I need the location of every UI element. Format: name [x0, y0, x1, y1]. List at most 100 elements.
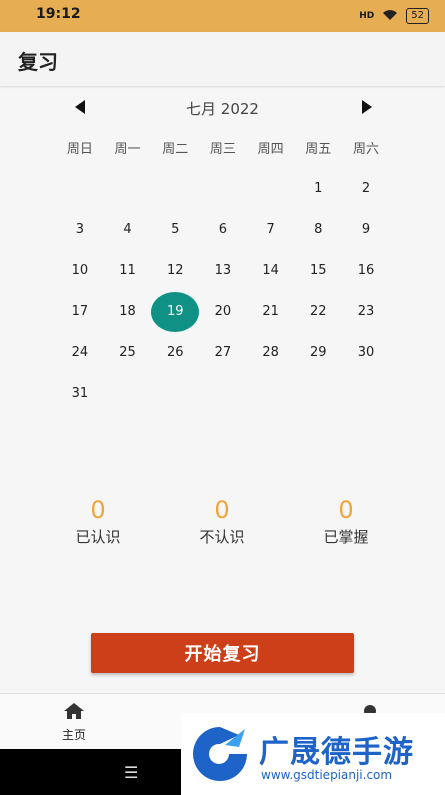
battery-icon: 52: [406, 8, 429, 24]
calendar-day-label: 24: [71, 345, 89, 360]
nav-home-label: 主页: [61, 728, 86, 742]
month-label: 七月 2022: [186, 100, 259, 118]
calendar-day[interactable]: 24: [56, 332, 104, 373]
app-bar: 复习: [0, 32, 445, 86]
calendar-day[interactable]: 12: [151, 250, 199, 291]
calendar-day-selected[interactable]: 19: [151, 291, 199, 332]
calendar-day[interactable]: 5: [151, 209, 199, 250]
calendar-day[interactable]: 11: [104, 250, 152, 291]
watermark-url: www.gsdtiepianji.com: [261, 768, 393, 782]
calendar-day-label: 31: [71, 386, 89, 401]
calendar-day-label: 5: [171, 222, 180, 237]
status-bar: 19:12 HD 52: [0, 0, 445, 32]
status-time: 19:12: [36, 6, 81, 22]
start-review-button[interactable]: 开始复习: [91, 633, 354, 673]
calendar-day[interactable]: 4: [104, 209, 152, 250]
wifi-icon: [382, 9, 398, 24]
calendar-empty-cell: [151, 168, 199, 209]
calendar-day[interactable]: 2: [342, 168, 390, 209]
next-month-icon[interactable]: [360, 99, 374, 115]
calendar-day[interactable]: 8: [294, 209, 342, 250]
calendar-day[interactable]: 14: [247, 250, 295, 291]
calendar-day[interactable]: 7: [247, 209, 295, 250]
calendar-day[interactable]: 26: [151, 332, 199, 373]
calendar-day-label: 3: [75, 222, 84, 237]
calendar-day-label: 7: [266, 222, 275, 237]
nav-home[interactable]: 主页: [44, 702, 104, 743]
calendar-day-label: 19: [166, 304, 184, 319]
calendar-day[interactable]: 16: [342, 250, 390, 291]
menu-icon[interactable]: ☰: [124, 763, 138, 782]
calendar-day-label: 21: [262, 304, 279, 319]
calendar-day[interactable]: 17: [56, 291, 104, 332]
weekday-label: 周一: [114, 142, 141, 157]
calendar-day[interactable]: 28: [247, 332, 295, 373]
calendar-day-label: 9: [361, 222, 371, 237]
calendar-day-label: 4: [123, 222, 132, 237]
stat-mastered: 0 已掌握: [296, 496, 396, 547]
status-icons: HD 52: [359, 8, 429, 24]
weekday-label: 周四: [257, 142, 284, 157]
calendar-day-label: 1: [314, 181, 323, 196]
stat-known: 0 已认识: [48, 496, 148, 547]
calendar-day-label: 28: [262, 345, 279, 360]
calendar-day-label: 22: [310, 304, 327, 319]
calendar-day-label: 18: [119, 304, 136, 319]
calendar-day[interactable]: 15: [294, 250, 342, 291]
home-icon: [64, 703, 84, 719]
calendar-day-label: 29: [310, 345, 327, 360]
calendar-day[interactable]: 21: [247, 291, 295, 332]
calendar-day[interactable]: 1: [294, 168, 342, 209]
calendar-day-label: 2: [361, 181, 371, 196]
stat-unknown-label: 不认识: [199, 528, 245, 546]
watermark: 广晟德手游 www.gsdtiepianji.com: [181, 713, 445, 795]
stat-known-value: 0: [90, 496, 106, 524]
weekday-label: 周二: [162, 142, 189, 157]
calendar-day[interactable]: 10: [56, 250, 104, 291]
stat-unknown: 0 不认识: [172, 496, 272, 547]
stat-known-label: 已认识: [75, 528, 121, 546]
calendar-day[interactable]: 20: [199, 291, 247, 332]
watermark-title: 广晟德手游: [259, 735, 414, 770]
calendar-day[interactable]: 22: [294, 291, 342, 332]
weekday-label: 周五: [305, 142, 332, 157]
watermark-logo-icon: [193, 727, 247, 781]
calendar-day-label: 6: [218, 222, 228, 237]
page-title: 复习: [18, 50, 58, 74]
calendar-day-label: 10: [71, 263, 89, 278]
calendar-day[interactable]: 30: [342, 332, 390, 373]
calendar-day[interactable]: 29: [294, 332, 342, 373]
calendar-day-label: 20: [214, 304, 232, 319]
calendar-empty-cell: [247, 168, 295, 209]
weekday-label: 周三: [209, 142, 236, 157]
weekday-label: 周日: [66, 142, 93, 157]
calendar-empty-cell: [104, 168, 152, 209]
calendar-header: 七月 2022: [0, 90, 445, 124]
calendar-day[interactable]: 27: [199, 332, 247, 373]
calendar-day-label: 14: [262, 263, 279, 278]
calendar-day[interactable]: 3: [56, 209, 104, 250]
calendar-day-label: 17: [71, 304, 89, 319]
calendar-day[interactable]: 25: [104, 332, 152, 373]
calendar-day[interactable]: 13: [199, 250, 247, 291]
calendar-day-label: 25: [119, 345, 136, 360]
calendar-day[interactable]: 9: [342, 209, 390, 250]
calendar-day-label: 30: [357, 345, 375, 360]
calendar-day-label: 13: [214, 263, 232, 278]
calendar-day-label: 23: [357, 304, 375, 319]
calendar-day-label: 12: [166, 263, 184, 278]
calendar-day[interactable]: 31: [56, 373, 104, 414]
calendar-day-label: 11: [119, 263, 136, 278]
calendar-day[interactable]: 23: [342, 291, 390, 332]
calendar-day-label: 27: [214, 345, 232, 360]
stat-mastered-value: 0: [338, 496, 354, 524]
calendar-day[interactable]: 6: [199, 209, 247, 250]
calendar-day-label: 26: [166, 345, 184, 360]
calendar-day[interactable]: 18: [104, 291, 152, 332]
weekday-label: 周六: [352, 142, 379, 157]
calendar-day-label: 15: [310, 263, 327, 278]
calendar-day-label: 16: [357, 263, 375, 278]
calendar-empty-cell: [199, 168, 247, 209]
calendar-grid: 1 2 3 4 5 6 7 8 9 10 11 12 13 14 15 16 17 18 19 20 21 22 23 24 2…: [56, 168, 390, 414]
signal-icon: HD: [359, 11, 375, 21]
